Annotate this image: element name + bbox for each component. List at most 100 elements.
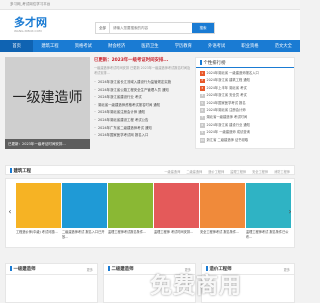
card-caption: 监理工程师 考试时间安排... — [154, 230, 194, 234]
news-item[interactable]: 2024年浙江省长江流域入建设行为监管规定实施 — [94, 79, 192, 87]
gallery-card[interactable]: 监理工程师考试报名条件... — [108, 183, 153, 239]
more-link[interactable]: 更多 — [284, 267, 290, 272]
section-title: 建筑工程 — [10, 168, 32, 174]
news-list: 2024年浙江省长江流域入建设行为监管规定实施 2024年浙江省公路工程安全生产… — [94, 79, 192, 140]
section-tag[interactable]: 监理工程师 — [230, 169, 246, 174]
ranking-item[interactable]: 8 2024年浙江省 建设行业 通知 — [200, 122, 290, 129]
header: 多才网 WANG.XIBOX.COM 全部 搜索 — [0, 10, 300, 40]
nav-item-essays[interactable]: 范文大全 — [267, 40, 300, 52]
nav-item-medicine[interactable]: 医药卫生 — [133, 40, 166, 52]
ranking-item[interactable]: 4 2024年浙江省 安全员 考试 — [200, 92, 290, 99]
nav-item-career[interactable]: 职业资格 — [233, 40, 266, 52]
section-header-building: 建筑工程 一级建造师 二级建造师 造价工程师 监理工程师 安全工程师 消防工程师 — [5, 165, 295, 175]
gallery-card[interactable]: 监理工程师 考试时间安排... — [154, 183, 199, 239]
site-logo[interactable]: 多才网 — [14, 14, 47, 30]
banner-slide[interactable]: 一级建造师 已更新：2023年一级考证时间安排... — [5, 57, 90, 149]
rank-number: 9 — [200, 130, 205, 136]
card-thumbnail — [16, 183, 61, 228]
panel-title: 二级建造师 — [108, 266, 134, 272]
more-link[interactable]: 更多 — [87, 267, 93, 272]
panel-title: 一级建造师 — [10, 266, 36, 272]
top-bar-text: 多习网_考试岗位学习平台 — [10, 2, 51, 6]
search-input[interactable] — [113, 24, 183, 32]
ranking-item[interactable]: 3 2024年上半年 湖北省 考试 — [200, 85, 290, 92]
news-item[interactable]: 2024年湖北省建设工程 考试公告 — [94, 117, 192, 125]
chevron-right-icon[interactable]: › — [287, 204, 293, 218]
rank-number: 2 — [200, 78, 205, 84]
search-bar: 全部 搜索 — [95, 22, 215, 34]
gallery-card[interactable]: 二级建造师考试 报名入口已开放... — [62, 183, 107, 239]
nav-item-qualification[interactable]: 资格考试 — [67, 40, 100, 52]
ranking-item[interactable]: 7 湖北省一级建造师 考试时间 — [200, 114, 290, 121]
top-bar: 多习网_考试岗位学习平台 — [0, 0, 300, 10]
news-block: 已更新：2023年一级考证时间安排... 一级建造师考试时间安排 已更新 202… — [94, 58, 192, 140]
nav-item-home[interactable]: 首页 — [0, 40, 34, 52]
rank-number: 3 — [200, 85, 205, 91]
rank-number: 4 — [200, 93, 205, 99]
gallery-card[interactable]: 监理工程师考试 报名条件已公布... — [246, 183, 291, 239]
card-caption: 二级建造师考试 报名入口已开放... — [62, 230, 105, 239]
ranking-item[interactable]: 10 浙江省 二级建造师 证书领取 — [200, 137, 290, 144]
ranking-item-label: 湖北省一级建造师 考试时间 — [206, 115, 248, 120]
news-item[interactable]: 2024年浙江省公路工程安全生产管理人员 通知 — [94, 87, 192, 95]
card-caption: 安全工程师考试 报名条件... — [200, 230, 240, 234]
rank-number: 5 — [200, 100, 205, 106]
main-nav: 首页 建筑工程 资格考试 财会经济 医药卫生 学历教育 外语考试 职业资格 范文… — [0, 40, 300, 52]
card-thumbnail — [62, 183, 107, 228]
card-thumbnail — [200, 183, 245, 228]
logo-subtitle: WANG.XIBOX.COM — [14, 29, 42, 33]
image-gallery: ‹ 工程造价师(中级) 考试问题... 二级建造师考试 报名入口已开放... 监… — [5, 178, 295, 248]
ranking-item-label: 2024年湖北省 注册会计师 — [206, 108, 246, 113]
ranking-item-label: 2024年浙江省 建设行业 通知 — [206, 122, 250, 127]
rank-number: 7 — [200, 115, 205, 121]
rank-number: 6 — [200, 108, 205, 113]
news-item[interactable]: 2024年广东省二级建造师考试 通知 — [94, 125, 192, 133]
gallery-card[interactable]: 工程造价师(中级) 考试问题... — [16, 183, 61, 239]
news-item[interactable]: 湖北省一级建造师资格考试报名时间 通知 — [94, 102, 192, 110]
ranking-panel: 个性排行榜 1 2024年湖北省 一级建造师报名入口 2 2024年浙江省 建筑工程… — [195, 57, 295, 149]
section-tag[interactable]: 安全工程师 — [252, 169, 268, 174]
ranking-item[interactable]: 1 2024年湖北省 一级建造师报名入口 — [200, 70, 290, 77]
news-headline[interactable]: 已更新：2023年一级考证时间安排... — [94, 58, 192, 64]
ranking-item-label: 2024年浙江省 安全员 考试 — [206, 93, 247, 98]
nav-item-building[interactable]: 建筑工程 — [33, 40, 66, 52]
rank-number: 10 — [200, 137, 205, 143]
card-thumbnail — [108, 183, 153, 228]
nav-item-finance[interactable]: 财会经济 — [100, 40, 133, 52]
nav-item-language[interactable]: 外语考试 — [200, 40, 233, 52]
rank-number: 8 — [200, 122, 205, 128]
banner-caption[interactable]: 已更新：2023年一级考证时间安排... — [5, 139, 90, 149]
chevron-left-icon[interactable]: ‹ — [7, 204, 13, 218]
nav-item-education[interactable]: 学历教育 — [167, 40, 200, 52]
section-tag[interactable]: 消防工程师 — [274, 169, 290, 174]
ranking-item-label: 2024年 一级建造师 成绩查询 — [206, 130, 250, 135]
card-thumbnail — [246, 183, 291, 228]
ranking-item-label: 浙江省 二级建造师 证书领取 — [206, 137, 249, 142]
ranking-item-label: 2024年上半年 湖北省 考试 — [206, 85, 247, 90]
news-item[interactable]: 2024年湖北省注册会计师 通知 — [94, 109, 192, 117]
ranking-item[interactable]: 5 2024年国家医学考试 报名 — [200, 100, 290, 107]
search-button[interactable]: 搜索 — [192, 23, 214, 33]
section-tags: 一级建造师 二级建造师 造价工程师 监理工程师 安全工程师 消防工程师 — [164, 169, 290, 174]
news-item[interactable]: 2024年国家医学考试网 报名入口 — [94, 132, 192, 140]
news-description: 一级建造师考试时间安排 已更新 2023年一级建造师考试报名时间及考试安排... — [94, 66, 191, 75]
ranking-title: 个性排行榜 — [196, 58, 294, 68]
ranking-item-label: 2024年浙江省 建筑工程 通知 — [206, 78, 250, 83]
news-item[interactable]: 2024年浙江省建设行业 考试 — [94, 94, 192, 102]
card-caption: 监理工程师考试 报名条件已公布... — [246, 230, 289, 239]
ranking-item[interactable]: 6 2024年湖北省 注册会计师 — [200, 107, 290, 114]
banner-title: 一级建造师 — [12, 90, 83, 106]
lower-panel: 一级建造师 更多 — [5, 263, 98, 303]
gallery-card[interactable]: 安全工程师考试 报名条件... — [200, 183, 245, 239]
ranking-item[interactable]: 9 2024年 一级建造师 成绩查询 — [200, 129, 290, 136]
card-caption: 监理工程师考试报名条件... — [108, 230, 147, 234]
ranking-item-label: 2024年国家医学考试 报名 — [206, 100, 246, 105]
section-tag[interactable]: 造价工程师 — [208, 169, 224, 174]
ranking-item[interactable]: 2 2024年浙江省 建筑工程 通知 — [200, 77, 290, 84]
section-tag[interactable]: 二级建造师 — [186, 169, 202, 174]
ranking-list: 1 2024年湖北省 一级建造师报名入口 2 2024年浙江省 建筑工程 通知 32… — [196, 70, 294, 144]
ranking-item-label: 2024年湖北省 一级建造师报名入口 — [206, 71, 259, 75]
section-tag[interactable]: 一级建造师 — [164, 169, 180, 174]
card-caption: 工程造价师(中级) 考试问题... — [16, 230, 58, 234]
search-category-select[interactable]: 全部 — [96, 23, 110, 33]
